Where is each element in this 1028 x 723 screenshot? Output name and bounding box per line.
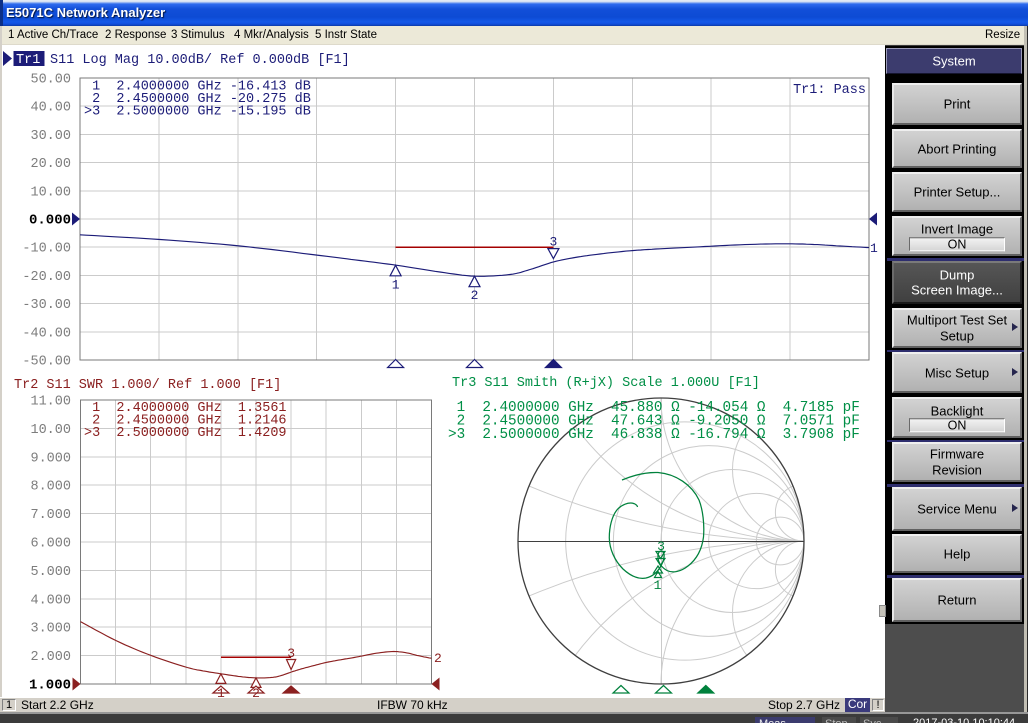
svg-text:8.000: 8.000: [30, 480, 71, 495]
svg-text:Tr3 S11 Smith (R+jX) Scale 1.0: Tr3 S11 Smith (R+jX) Scale 1.000U [F1]: [452, 376, 760, 391]
svg-text:10.00: 10.00: [30, 185, 71, 200]
svg-text:3: 3: [549, 234, 557, 249]
svg-text:1: 1: [654, 578, 662, 593]
svg-text:20.00: 20.00: [30, 157, 71, 172]
svg-text:-10.00: -10.00: [22, 242, 71, 257]
svg-text:>3 2.5000000 GHz -15.195 dB: >3 2.5000000 GHz -15.195 dB: [84, 104, 311, 119]
svg-text:-30.00: -30.00: [22, 298, 71, 313]
svg-text:Tr1: Tr1: [16, 53, 40, 68]
svg-text:11.00: 11.00: [30, 395, 71, 410]
svg-text:0.000: 0.000: [29, 213, 71, 229]
svg-text:4.000: 4.000: [30, 593, 71, 608]
svg-text:Tr2 S11 SWR 1.000/ Ref 1.000 [: Tr2 S11 SWR 1.000/ Ref 1.000 [F1]: [14, 378, 281, 393]
svg-text:2.000: 2.000: [30, 650, 71, 665]
svg-text:9.000: 9.000: [30, 451, 71, 466]
svg-text:>3 2.5000000 GHz 1.4209: >3 2.5000000 GHz 1.4209: [84, 426, 287, 441]
svg-text:50.00: 50.00: [30, 73, 71, 88]
svg-text:2: 2: [471, 288, 479, 303]
svg-text:1: 1: [870, 241, 878, 256]
svg-text:3: 3: [287, 646, 295, 661]
svg-text:1: 1: [392, 277, 400, 292]
svg-text:40.00: 40.00: [30, 101, 71, 116]
svg-text:>3 2.5000000 GHz 46.838 Ω -1: >3 2.5000000 GHz 46.838 Ω -16.794 Ω 3.79…: [448, 427, 860, 443]
svg-text:1.000: 1.000: [29, 678, 71, 694]
svg-text:S11 Log Mag 10.00dB/ Ref 0.000: S11 Log Mag 10.00dB/ Ref 0.000dB [F1]: [50, 53, 350, 68]
svg-text:Tr1: Pass: Tr1: Pass: [793, 83, 866, 98]
svg-text:-50.00: -50.00: [22, 355, 71, 370]
svg-text:2: 2: [434, 651, 442, 666]
svg-text:3.000: 3.000: [30, 622, 71, 637]
svg-text:10.00: 10.00: [30, 423, 71, 438]
svg-text:30.00: 30.00: [30, 129, 71, 144]
svg-text:-20.00: -20.00: [22, 270, 71, 285]
svg-text:-40.00: -40.00: [22, 326, 71, 341]
svg-text:6.000: 6.000: [30, 537, 71, 552]
svg-text:5.000: 5.000: [30, 565, 71, 580]
svg-text:7.000: 7.000: [30, 508, 71, 523]
